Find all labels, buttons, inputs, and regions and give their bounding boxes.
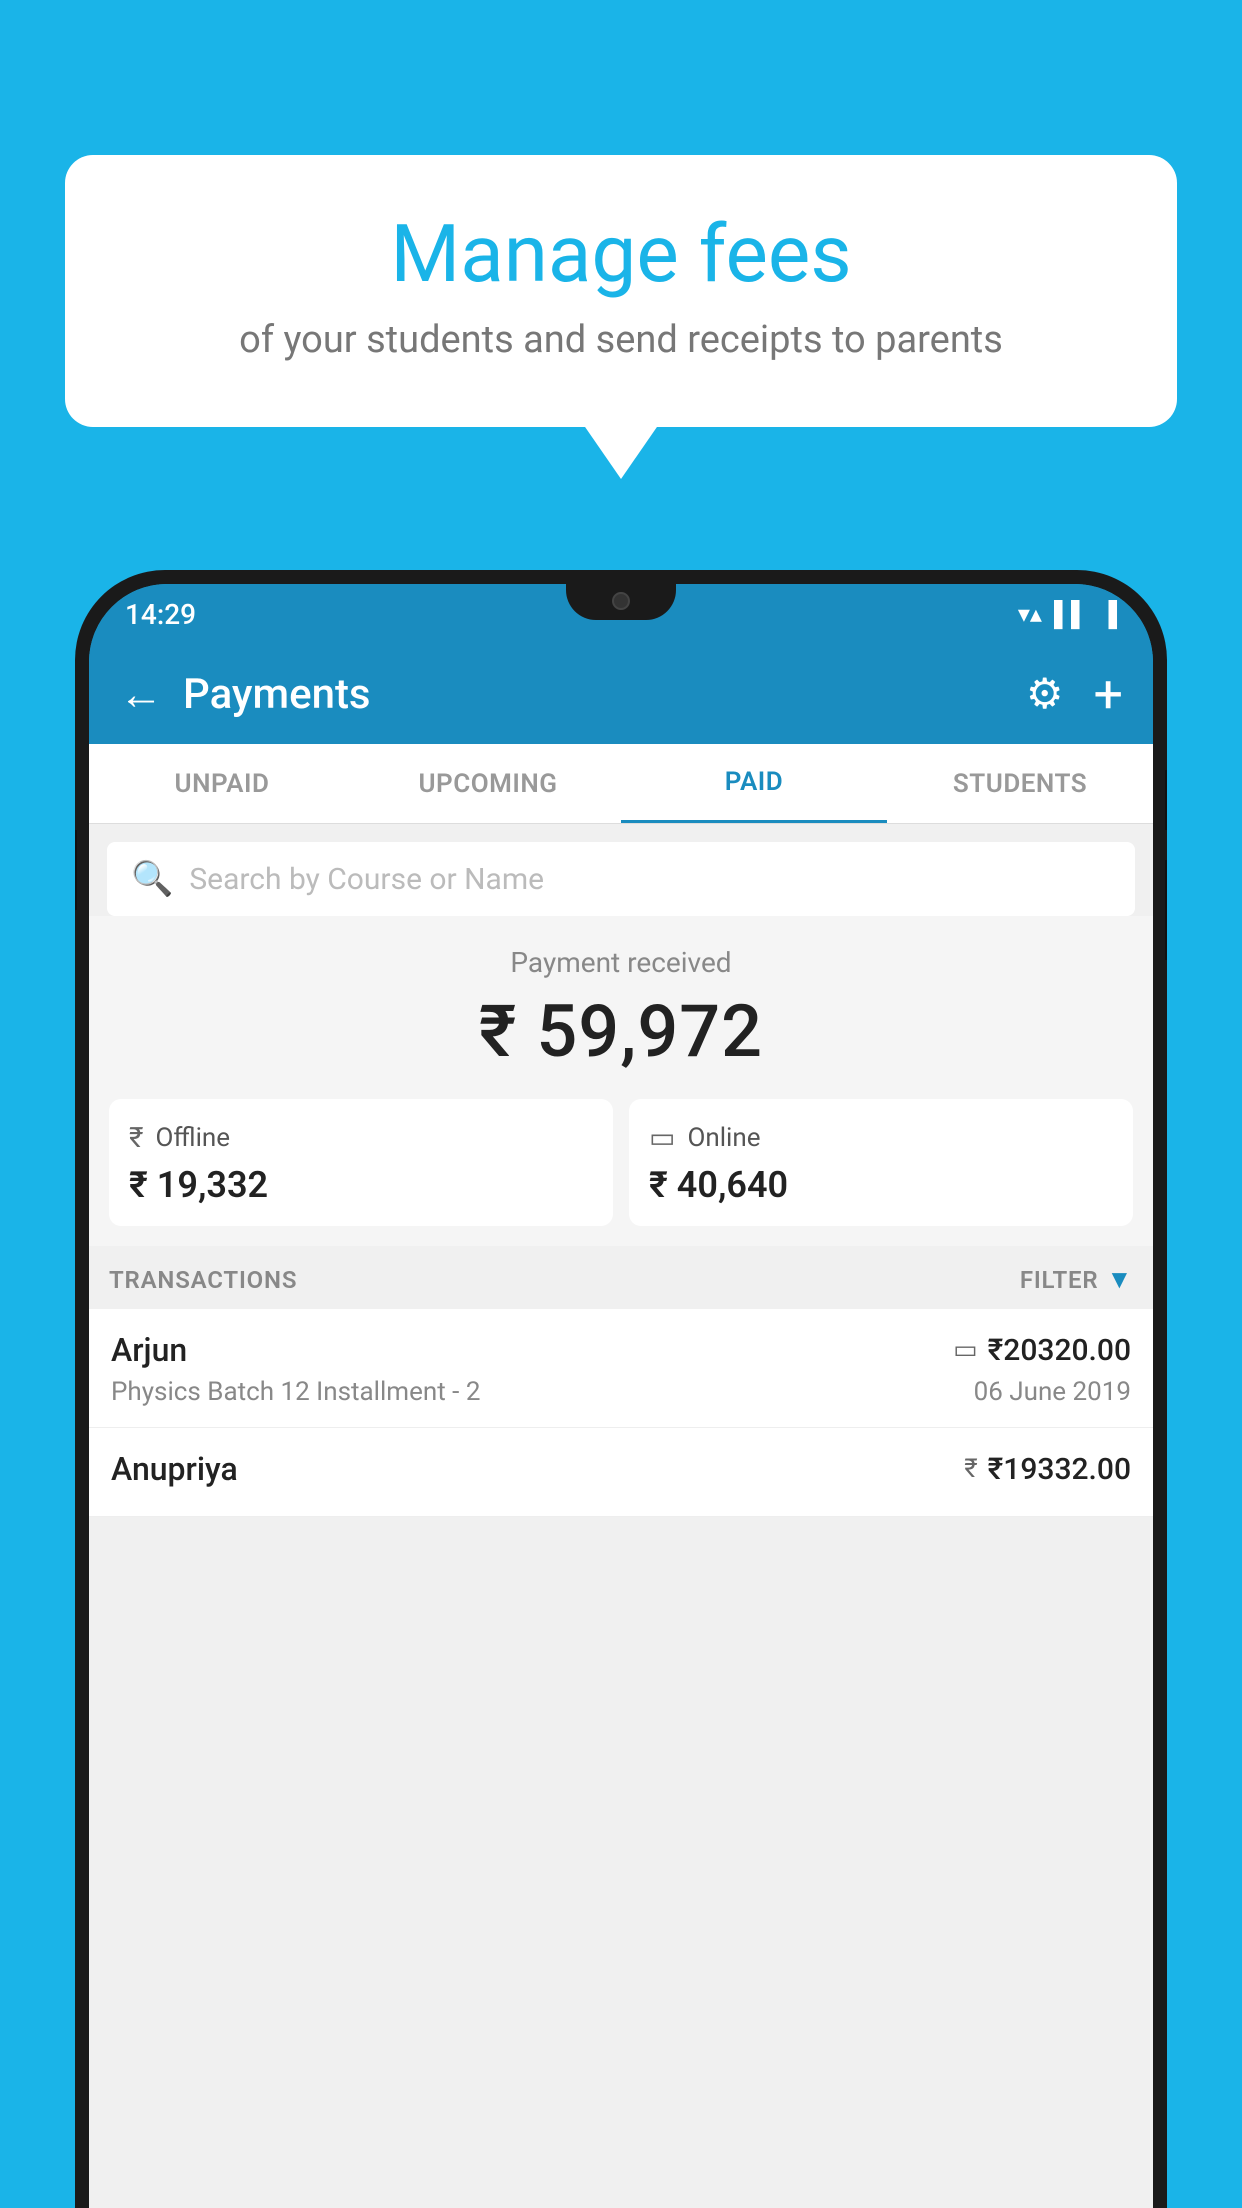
power-button-1 xyxy=(1165,770,1167,830)
online-card: ▭ Online ₹ 40,640 xyxy=(629,1099,1133,1226)
offline-card-header: ₹ Offline xyxy=(129,1121,593,1154)
filter-icon: ▼ xyxy=(1106,1264,1133,1295)
online-label: Online xyxy=(687,1123,760,1153)
battery-icon: ▐ xyxy=(1100,600,1117,629)
speech-bubble: Manage fees of your students and send re… xyxy=(65,155,1177,427)
online-amount: ₹ 40,640 xyxy=(649,1164,1113,1206)
txn-amount-wrap-1: ▭ ₹20320.00 xyxy=(953,1333,1131,1368)
add-button[interactable]: + xyxy=(1093,664,1123,725)
back-button[interactable]: ← xyxy=(119,668,163,720)
camera xyxy=(612,592,630,610)
online-card-header: ▭ Online xyxy=(649,1121,1113,1154)
settings-icon[interactable]: ⚙ xyxy=(1026,669,1064,719)
tab-upcoming[interactable]: UPCOMING xyxy=(355,744,621,823)
tabs-bar: UNPAID UPCOMING PAID STUDENTS xyxy=(89,744,1153,824)
txn-course-1: Physics Batch 12 Installment - 2 xyxy=(111,1377,480,1407)
status-icons: ▾▴ ▌▌ ▐ xyxy=(1018,600,1117,629)
txn-date-1: 06 June 2019 xyxy=(974,1377,1131,1407)
transactions-header: TRANSACTIONS FILTER ▼ xyxy=(89,1246,1153,1309)
phone-frame: 14:29 ▾▴ ▌▌ ▐ ← Payments ⚙ + UNPAID UPCO… xyxy=(75,570,1167,2208)
wifi-icon: ▾▴ xyxy=(1018,600,1042,628)
payment-summary: Payment received ₹ 59,972 xyxy=(89,916,1153,1099)
txn-type-icon-1: ▭ xyxy=(953,1335,978,1365)
power-button-2 xyxy=(1165,860,1167,960)
transaction-row[interactable]: Arjun ▭ ₹20320.00 Physics Batch 12 Insta… xyxy=(89,1309,1153,1428)
txn-type-icon-2: ₹ xyxy=(964,1454,977,1484)
bubble-title: Manage fees xyxy=(125,210,1117,298)
status-time: 14:29 xyxy=(125,598,196,631)
txn-top-1: Arjun ▭ ₹20320.00 xyxy=(111,1331,1131,1369)
filter-button[interactable]: FILTER ▼ xyxy=(1020,1264,1133,1295)
tab-students[interactable]: STUDENTS xyxy=(887,744,1153,823)
offline-amount: ₹ 19,332 xyxy=(129,1164,593,1206)
search-placeholder: Search by Course or Name xyxy=(189,862,544,897)
online-icon: ▭ xyxy=(649,1121,675,1154)
phone-screen: 14:29 ▾▴ ▌▌ ▐ ← Payments ⚙ + UNPAID UPCO… xyxy=(89,584,1153,2208)
txn-bottom-1: Physics Batch 12 Installment - 2 06 June… xyxy=(111,1377,1131,1407)
offline-card: ₹ Offline ₹ 19,332 xyxy=(109,1099,613,1226)
payment-cards: ₹ Offline ₹ 19,332 ▭ Online ₹ 40,640 xyxy=(89,1099,1153,1246)
search-bar[interactable]: 🔍 Search by Course or Name xyxy=(107,842,1135,916)
offline-label: Offline xyxy=(155,1123,230,1153)
txn-amount-wrap-2: ₹ ₹19332.00 xyxy=(964,1452,1131,1487)
transactions-label: TRANSACTIONS xyxy=(109,1266,297,1294)
txn-top-2: Anupriya ₹ ₹19332.00 xyxy=(111,1450,1131,1488)
phone-notch xyxy=(566,584,676,620)
app-header: ← Payments ⚙ + xyxy=(89,644,1153,744)
volume-button xyxy=(75,830,77,910)
header-title: Payments xyxy=(183,670,1026,719)
tab-paid[interactable]: PAID xyxy=(621,744,887,823)
txn-name-2: Anupriya xyxy=(111,1450,238,1488)
search-icon: 🔍 xyxy=(131,859,173,899)
payment-total-amount: ₹ 59,972 xyxy=(109,989,1133,1074)
content-area: 🔍 Search by Course or Name Payment recei… xyxy=(89,824,1153,2208)
txn-amount-1: ₹20320.00 xyxy=(988,1333,1131,1368)
transaction-row[interactable]: Anupriya ₹ ₹19332.00 xyxy=(89,1428,1153,1517)
offline-icon: ₹ xyxy=(129,1121,143,1154)
tab-unpaid[interactable]: UNPAID xyxy=(89,744,355,823)
payment-label: Payment received xyxy=(109,946,1133,979)
txn-name-1: Arjun xyxy=(111,1331,187,1369)
txn-amount-2: ₹19332.00 xyxy=(988,1452,1131,1487)
filter-label: FILTER xyxy=(1020,1266,1099,1294)
bubble-subtitle: of your students and send receipts to pa… xyxy=(125,318,1117,362)
signal-icon: ▌▌ xyxy=(1054,600,1088,629)
